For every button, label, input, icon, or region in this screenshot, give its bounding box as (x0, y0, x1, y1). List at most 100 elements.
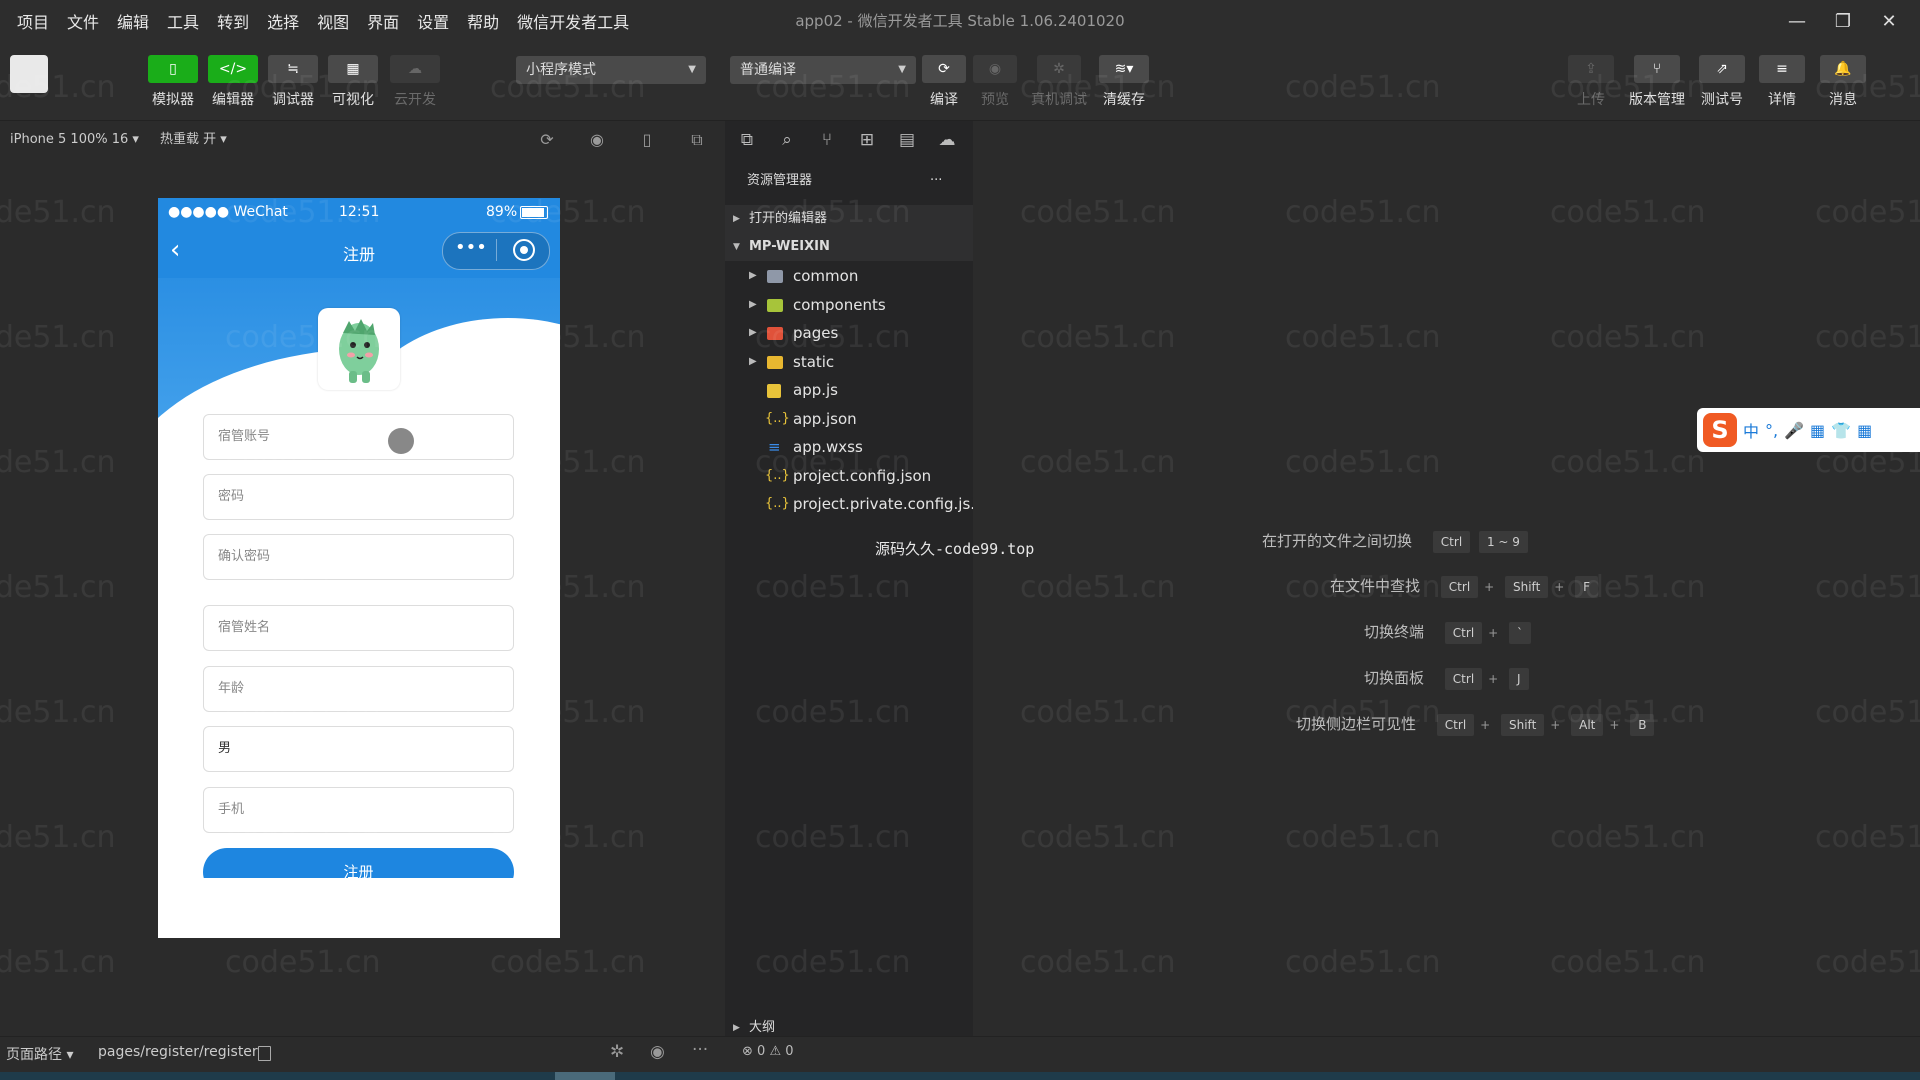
messages-button[interactable]: 🔔 消息 (1818, 55, 1868, 109)
tree-item-app-wxss[interactable]: ≡ app.wxss (725, 433, 973, 461)
test-account-button[interactable]: ⇗ 测试号 (1697, 55, 1747, 109)
debugger-button[interactable]: ≒ 调试器 (268, 55, 318, 109)
simulator-button[interactable]: ▯ 模拟器 (148, 55, 198, 109)
chevron-down-icon: ▼ (688, 64, 696, 75)
battery-level: 89% (486, 204, 518, 220)
menu-help[interactable]: 帮助 (458, 9, 508, 33)
minimize-icon[interactable]: — (1774, 0, 1820, 42)
device-select[interactable]: iPhone 5 100% 16 ▾ (10, 121, 139, 159)
ime-toolbar: S 中 °, 🎤 ▦ 👕 ▦ (1697, 408, 1920, 452)
tree-item-label: pages (793, 324, 839, 342)
age-input[interactable]: 年龄 (203, 666, 514, 712)
keyboard-icon[interactable]: ▦ (1810, 421, 1825, 440)
copy-icon[interactable] (258, 1046, 271, 1061)
window-icon[interactable]: ⧉ (686, 130, 708, 150)
close-icon[interactable]: ✕ (1866, 0, 1912, 42)
tree-item-components[interactable]: ▶ components (725, 291, 973, 319)
search-icon[interactable]: ⌕ (775, 130, 799, 150)
version-button[interactable]: ⑂ 版本管理 (1629, 55, 1685, 109)
tree-item-pages[interactable]: ▶ pages (725, 319, 973, 347)
details-button[interactable]: ≡ 详情 (1757, 55, 1807, 109)
more-icon[interactable]: ··· (692, 1040, 708, 1060)
upload-label: 上传 (1577, 92, 1605, 108)
password-input[interactable]: 密码 (203, 474, 514, 520)
maximize-icon[interactable]: ❐ (1820, 0, 1866, 42)
clear-cache-button[interactable]: ≋▾ 清缓存 (1099, 55, 1149, 109)
version-label: 版本管理 (1629, 92, 1685, 108)
phone-bottom (158, 878, 560, 938)
cloud-label: 云开发 (394, 92, 436, 108)
files-icon[interactable]: ⧉ (735, 130, 759, 150)
eye-icon[interactable]: ◉ (650, 1042, 665, 1062)
tree-item-app-json[interactable]: {..} app.json (725, 405, 973, 433)
details-label: 详情 (1768, 92, 1796, 108)
problems-counter[interactable]: ⊗ 0 ⚠ 0 (742, 1044, 794, 1059)
menu-project[interactable]: 项目 (8, 9, 58, 33)
account-input[interactable]: 宿管账号 (203, 414, 514, 460)
more-icon[interactable]: ••• (455, 237, 487, 258)
preview-button[interactable]: ◉ 预览 (970, 55, 1020, 109)
menu-list: 项目 文件 编辑 工具 转到 选择 视图 界面 设置 帮助 微信开发者工具 (8, 0, 638, 42)
confirm-password-input[interactable]: 确认密码 (203, 534, 514, 580)
tree-item-label: project.private.config.js... (793, 495, 985, 513)
menu-view[interactable]: 视图 (308, 9, 358, 33)
tree-item-common[interactable]: ▶ common (725, 262, 973, 290)
editor-button[interactable]: </> 编辑器 (208, 55, 258, 109)
close-capsule-icon[interactable] (513, 239, 535, 261)
tree-item-project-private-config[interactable]: {..} project.private.config.js... (725, 490, 985, 518)
microphone-icon[interactable]: 🎤 (1784, 421, 1804, 440)
bug-icon[interactable]: ✲ (610, 1042, 624, 1062)
upload-button[interactable]: ⇪ 上传 (1566, 55, 1616, 109)
phone-status-bar: ●●●●● WeChat 12:51 89% (158, 198, 560, 226)
phone-simulator: ●●●●● WeChat 12:51 89% ‹ 注册 ••• 宿管账号 密码 … (158, 198, 560, 938)
eye-icon: ◉ (973, 55, 1017, 83)
folder-icon (767, 327, 783, 340)
visual-button[interactable]: ▦ 可视化 (328, 55, 378, 109)
record-icon[interactable]: ◉ (586, 130, 608, 150)
menu-select[interactable]: 选择 (258, 9, 308, 33)
folder-icon (767, 270, 783, 283)
mode-select[interactable]: 小程序模式 ▼ (516, 56, 706, 84)
branch-icon[interactable]: ⑂ (815, 130, 839, 150)
error-icon: ⊗ (742, 1044, 753, 1059)
extensions-icon[interactable]: ⊞ (855, 130, 879, 150)
tree-item-static[interactable]: ▶ static (725, 348, 973, 376)
menu-wechat-devtools[interactable]: 微信开发者工具 (508, 9, 638, 33)
sogou-logo-icon[interactable]: S (1703, 413, 1737, 447)
menu-settings[interactable]: 设置 (408, 9, 458, 33)
open-editors-section[interactable]: ▶ 打开的编辑器 (725, 205, 973, 233)
branch-icon: ⑂ (1634, 55, 1680, 83)
menu-edit[interactable]: 编辑 (108, 9, 158, 33)
skin-icon[interactable]: 👕 (1831, 421, 1851, 440)
toolbox-icon[interactable]: ▦ (1857, 421, 1872, 440)
menu-goto[interactable]: 转到 (208, 9, 258, 33)
tree-item-project-config[interactable]: {..} project.config.json (725, 462, 973, 490)
storage-icon[interactable]: ▤ (895, 130, 919, 150)
explorer-header: 资源管理器 ··· (725, 167, 973, 195)
project-root[interactable]: ▼ MP-WEIXIN (725, 233, 973, 261)
compile-select[interactable]: 普通编译 ▼ (730, 56, 916, 84)
phone-icon[interactable]: ▯ (636, 130, 658, 150)
page-path-select[interactable]: 页面路径 ▾ (6, 1044, 73, 1064)
menu-file[interactable]: 文件 (58, 9, 108, 33)
chinese-mode-icon[interactable]: 中 (1743, 418, 1759, 442)
more-icon[interactable]: ··· (930, 167, 942, 195)
compile-button[interactable]: ⟳ 编译 (919, 55, 969, 109)
gender-select[interactable]: 男 (203, 726, 514, 772)
shortcut-row: 切换面板 Ctrl + J (1364, 667, 1531, 690)
cloud-function-icon[interactable]: ☁ (935, 130, 959, 150)
real-debug-button[interactable]: ✲ 真机调试 (1031, 55, 1087, 109)
punctuation-icon[interactable]: °, (1765, 421, 1778, 440)
rotate-icon[interactable]: ⟳ (536, 130, 558, 150)
hot-reload-toggle[interactable]: 热重载 开 ▾ (160, 121, 227, 159)
key-cap: Ctrl (1440, 576, 1479, 598)
menu-tools[interactable]: 工具 (158, 9, 208, 33)
tree-item-app-js[interactable]: app.js (725, 376, 973, 404)
warning-count: 0 (785, 1044, 794, 1059)
cloud-button[interactable]: ☁ 云开发 (390, 55, 440, 109)
manager-name-input[interactable]: 宿管姓名 (203, 605, 514, 651)
avatar[interactable] (10, 55, 48, 93)
phone-input[interactable]: 手机 (203, 787, 514, 833)
mode-select-value: 小程序模式 (526, 62, 596, 78)
menu-interface[interactable]: 界面 (358, 9, 408, 33)
